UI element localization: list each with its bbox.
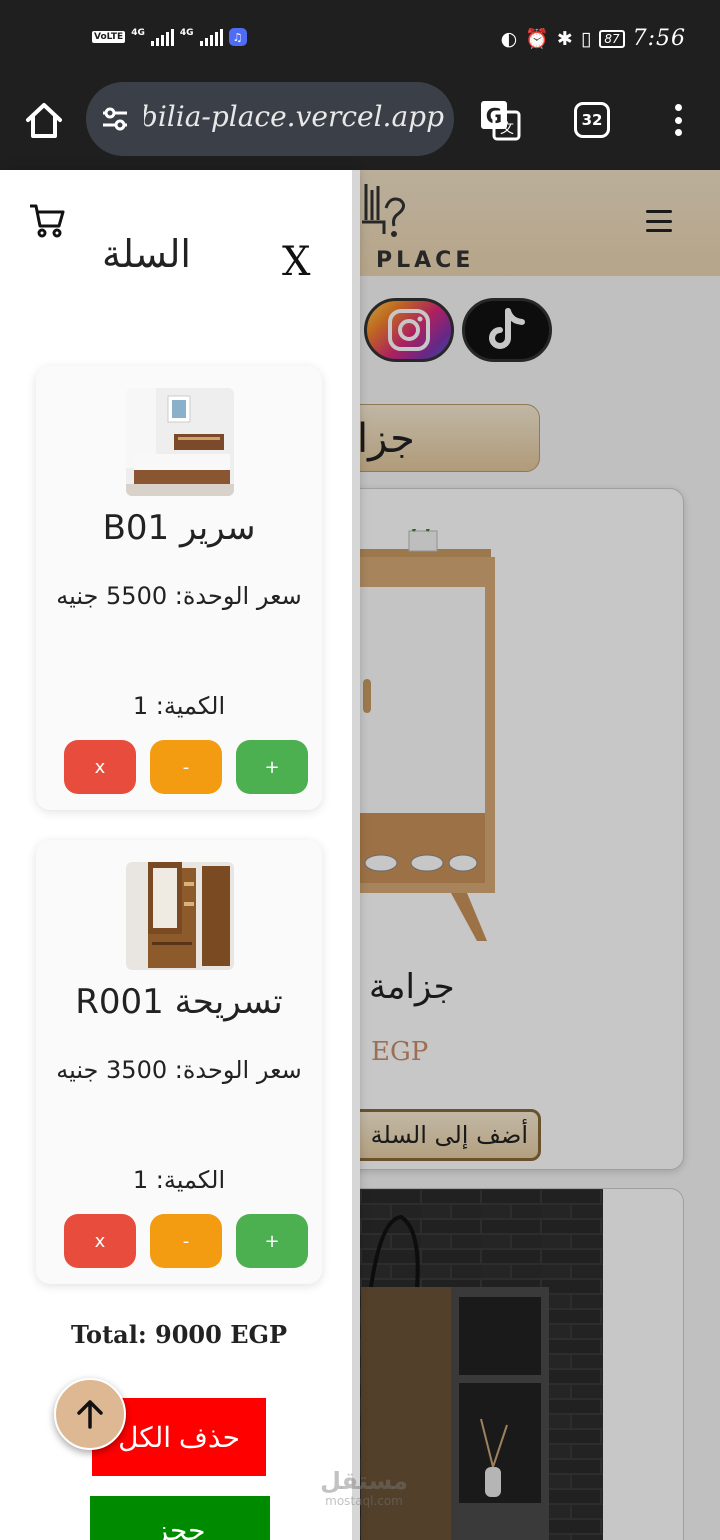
status-right: ◐ ⏰ ✱ ▯ 87 7:56 [501, 26, 686, 51]
volte-badge: VoLTE [92, 31, 126, 43]
decrease-quantity-button[interactable]: - [150, 740, 222, 794]
vibrate-icon: ▯ [580, 27, 592, 50]
drawer-edge [352, 170, 360, 1540]
watermark-arabic: مستقل [320, 1467, 408, 1495]
remove-item-button[interactable]: x [64, 1214, 136, 1268]
increase-quantity-button[interactable]: + [236, 740, 308, 794]
status-bar: VoLTE 4G 4G ♫ ◐ ⏰ ✱ ▯ 87 7:56 [0, 0, 720, 80]
url-text[interactable]: mobilia-place.vercel.app [144, 100, 444, 133]
cart-item-quantity: الكمية: 1 [132, 692, 226, 720]
cart-item-unit-price: سعر الوحدة: 5500 جنيه [56, 582, 302, 610]
alarm-icon: ⏰ [525, 28, 549, 50]
cart-item-quantity: الكمية: 1 [132, 1166, 226, 1194]
network-type-1: 4G [131, 28, 145, 38]
remove-item-button[interactable]: x [64, 740, 136, 794]
home-icon[interactable] [22, 98, 66, 142]
status-left: VoLTE 4G 4G ♫ [92, 28, 247, 46]
watermark-latin: mostaql.com [325, 1494, 403, 1508]
increase-quantity-button[interactable]: + [236, 1214, 308, 1268]
arrow-up-icon [77, 1400, 103, 1429]
music-app-icon: ♫ [228, 28, 247, 46]
close-cart-button[interactable]: X [282, 242, 310, 282]
more-menu-icon[interactable] [666, 100, 690, 140]
cart-item: تسريحة R001 سعر الوحدة: 3500 جنيه الكمية… [36, 840, 322, 1284]
clock: 7:56 [632, 26, 686, 51]
decrease-quantity-button[interactable]: - [150, 1214, 222, 1268]
cart-item-image [126, 862, 234, 970]
cart-item: سرير B01 سعر الوحدة: 5500 جنيه الكمية: 1… [36, 366, 322, 810]
cart-item-image [126, 388, 234, 496]
data-saver-icon: ◐ [500, 27, 518, 50]
cart-item-name: سرير B01 [102, 508, 256, 548]
site-settings-icon[interactable] [100, 104, 130, 134]
signal-icon-2 [199, 28, 223, 46]
cart-drawer: السلة X سرير B01 سعر الوحدة: 5500 جنيه ا… [0, 170, 352, 1540]
battery-icon: 87 [599, 29, 625, 48]
network-type-2: 4G [179, 28, 194, 38]
cart-icon [28, 202, 66, 240]
bluetooth-icon: ✱ [556, 27, 573, 50]
tab-switcher-button[interactable]: 32 [574, 102, 610, 138]
cart-total: Total: 9000 EGP [70, 1320, 288, 1349]
browser-toolbar: mobilia-place.vercel.app G文 32 [0, 80, 720, 170]
translate-icon[interactable]: G文 [478, 98, 522, 142]
watermark: مستقل mostaql.com [316, 1468, 412, 1508]
cart-item-unit-price: سعر الوحدة: 3500 جنيه [56, 1056, 302, 1084]
address-bar[interactable]: mobilia-place.vercel.app [86, 82, 454, 156]
signal-icon [150, 28, 174, 46]
cart-item-name: تسريحة R001 [75, 982, 283, 1022]
svg-text:文: 文 [500, 121, 514, 137]
cart-title: السلة [102, 232, 191, 276]
checkout-button[interactable]: حجز [90, 1496, 270, 1540]
scroll-to-top-button[interactable] [54, 1378, 126, 1450]
